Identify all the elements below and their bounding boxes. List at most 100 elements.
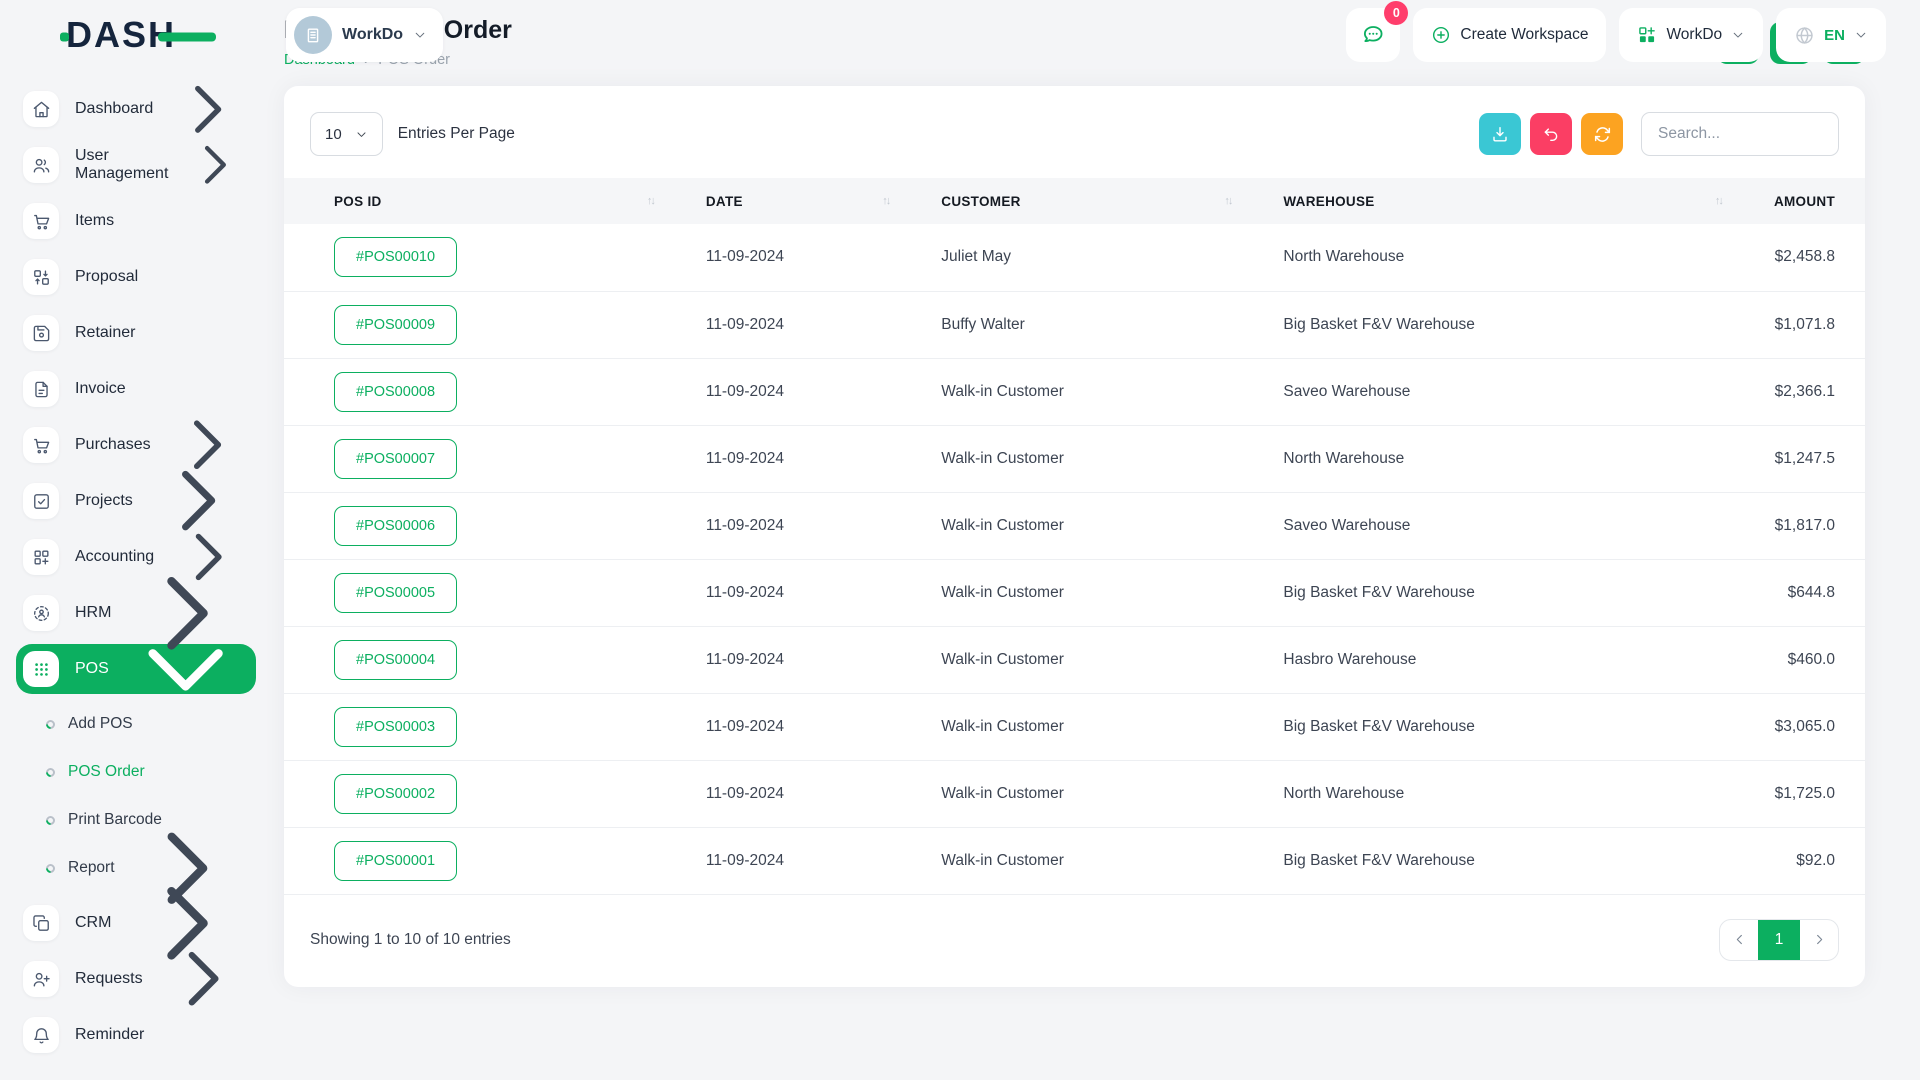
grid-plus-icon bbox=[23, 539, 59, 575]
topbar-actions: 0 Create Workspace WorkDo EN bbox=[1346, 8, 1886, 62]
sidebar-item-dashboard[interactable]: Dashboard bbox=[16, 84, 256, 134]
sidebar-menu: Dashboard User Management Items Proposal Ret… bbox=[0, 70, 270, 1060]
chevron-left-icon bbox=[1732, 932, 1747, 947]
table-row: #POS0000211-09-2024Walk-in CustomerNorth… bbox=[284, 760, 1865, 827]
table-row: #POS0000111-09-2024Walk-in CustomerBig B… bbox=[284, 827, 1865, 894]
sidebar-item-pos[interactable]: POS bbox=[16, 644, 256, 694]
amount-cell: $2,366.1 bbox=[1748, 358, 1865, 425]
pos-id-cell: #POS00009 bbox=[284, 291, 680, 358]
download-icon bbox=[1490, 124, 1510, 144]
workspace-avatar bbox=[294, 16, 332, 54]
table-row: #POS0000811-09-2024Walk-in CustomerSaveo… bbox=[284, 358, 1865, 425]
warehouse-cell: Saveo Warehouse bbox=[1257, 492, 1748, 559]
column-label: CUSTOMER bbox=[941, 194, 1020, 209]
chevron-down-icon bbox=[1854, 28, 1868, 42]
table-row: #POS0000911-09-2024Buffy WalterBig Baske… bbox=[284, 291, 1865, 358]
customer-cell: Walk-in Customer bbox=[915, 693, 1257, 760]
cart-icon bbox=[23, 203, 59, 239]
next-page-button[interactable] bbox=[1800, 920, 1838, 960]
check-square-icon bbox=[23, 483, 59, 519]
save-icon bbox=[23, 315, 59, 351]
column-header-pos-id[interactable]: POS ID↑↓ bbox=[284, 178, 680, 224]
table-row: #POS0000711-09-2024Walk-in CustomerNorth… bbox=[284, 425, 1865, 492]
sidebar-item-label: Proposal bbox=[75, 268, 246, 286]
bullet-icon bbox=[44, 862, 57, 875]
column-header-customer[interactable]: CUSTOMER ↑↓ bbox=[915, 178, 1257, 224]
pos-id-badge[interactable]: #POS00001 bbox=[334, 841, 457, 881]
pos-order-card: 10 Entries Per Page POS ID↑↓DATE↑↓CUSTOM… bbox=[284, 86, 1865, 987]
pos-id-badge[interactable]: #POS00002 bbox=[334, 774, 457, 814]
sidebar-item-retainer[interactable]: Retainer bbox=[16, 308, 256, 358]
sidebar-item-label: POS bbox=[75, 660, 109, 678]
pos-id-cell: #POS00001 bbox=[284, 827, 680, 894]
amount-cell: $1,247.5 bbox=[1748, 425, 1865, 492]
table-row: #POS0000611-09-2024Walk-in CustomerSaveo… bbox=[284, 492, 1865, 559]
sidebar-item-proposal[interactable]: Proposal bbox=[16, 252, 256, 302]
language-selector[interactable]: EN bbox=[1776, 8, 1886, 62]
workspace-grid-icon bbox=[1637, 25, 1657, 45]
column-label: DATE bbox=[706, 194, 743, 209]
pos-id-badge[interactable]: #POS00008 bbox=[334, 372, 457, 412]
workspace-label: WorkDo bbox=[342, 26, 403, 44]
chevron-right-icon bbox=[1812, 932, 1827, 947]
pos-id-badge[interactable]: #POS00010 bbox=[334, 237, 457, 277]
table-row: #POS0000411-09-2024Walk-in CustomerHasbr… bbox=[284, 626, 1865, 693]
sidebar-item-label: Projects bbox=[75, 492, 133, 510]
create-workspace-button[interactable]: Create Workspace bbox=[1413, 8, 1606, 62]
pos-id-badge[interactable]: #POS00004 bbox=[334, 640, 457, 680]
app-logo[interactable]: DASH bbox=[0, 0, 270, 70]
pos-id-cell: #POS00004 bbox=[284, 626, 680, 693]
bullet-icon bbox=[44, 766, 57, 779]
pos-id-badge[interactable]: #POS00005 bbox=[334, 573, 457, 613]
amount-cell: $3,065.0 bbox=[1748, 693, 1865, 760]
column-header-amount: AMOUNT bbox=[1748, 178, 1865, 224]
amount-cell: $460.0 bbox=[1748, 626, 1865, 693]
sidebar-item-user-management[interactable]: User Management bbox=[16, 140, 256, 190]
warehouse-cell: Big Basket F&V Warehouse bbox=[1257, 827, 1748, 894]
users-icon bbox=[23, 147, 59, 183]
workspace-selector[interactable]: WorkDo bbox=[286, 8, 443, 62]
pos-id-badge[interactable]: #POS00003 bbox=[334, 707, 457, 747]
pos-id-badge[interactable]: #POS00006 bbox=[334, 506, 457, 546]
refresh-button[interactable] bbox=[1581, 113, 1623, 155]
grid-dots-icon bbox=[23, 651, 59, 687]
amount-cell: $2,458.8 bbox=[1748, 224, 1865, 291]
sidebar-item-label: Reminder bbox=[75, 1026, 246, 1044]
pos-id-cell: #POS00010 bbox=[284, 224, 680, 291]
proposal-icon bbox=[23, 259, 59, 295]
workdo-menu-button[interactable]: WorkDo bbox=[1619, 8, 1763, 62]
date-cell: 11-09-2024 bbox=[680, 760, 915, 827]
app-logo-text: DASH bbox=[66, 14, 176, 56]
column-header-date[interactable]: DATE ↑↓ bbox=[680, 178, 915, 224]
plus-circle-icon bbox=[1431, 25, 1451, 45]
sidebar-item-items[interactable]: Items bbox=[16, 196, 256, 246]
pagination: 1 bbox=[1719, 919, 1839, 961]
sort-icon[interactable]: ↑↓ bbox=[1224, 195, 1231, 207]
pos-id-cell: #POS00008 bbox=[284, 358, 680, 425]
pos-id-badge[interactable]: #POS00009 bbox=[334, 305, 457, 345]
building-icon bbox=[303, 25, 323, 45]
workdo-menu-label: WorkDo bbox=[1666, 26, 1722, 44]
date-cell: 11-09-2024 bbox=[680, 425, 915, 492]
sort-icon[interactable]: ↑↓ bbox=[647, 195, 654, 207]
refresh-icon bbox=[1592, 124, 1613, 145]
date-cell: 11-09-2024 bbox=[680, 224, 915, 291]
entries-per-page-select[interactable]: 10 bbox=[310, 112, 383, 156]
pos-id-cell: #POS00002 bbox=[284, 760, 680, 827]
column-header-warehouse[interactable]: WAREHOUSE↑↓ bbox=[1257, 178, 1748, 224]
chat-button[interactable]: 0 bbox=[1346, 8, 1400, 62]
warehouse-cell: Big Basket F&V Warehouse bbox=[1257, 559, 1748, 626]
download-button[interactable] bbox=[1479, 113, 1521, 155]
search-input[interactable] bbox=[1641, 112, 1839, 156]
pos-id-badge[interactable]: #POS00007 bbox=[334, 439, 457, 479]
customer-cell: Walk-in Customer bbox=[915, 626, 1257, 693]
pos-id-cell: #POS00007 bbox=[284, 425, 680, 492]
sort-icon[interactable]: ↑↓ bbox=[882, 195, 889, 207]
prev-page-button[interactable] bbox=[1720, 920, 1758, 960]
undo-button[interactable] bbox=[1530, 113, 1572, 155]
page-1-button[interactable]: 1 bbox=[1758, 920, 1800, 960]
create-workspace-label: Create Workspace bbox=[1460, 26, 1588, 44]
sidebar-item-label: Purchases bbox=[75, 436, 151, 454]
sort-icon[interactable]: ↑↓ bbox=[1715, 195, 1722, 207]
sidebar-subitem-pos-order[interactable]: POS Order bbox=[16, 752, 256, 792]
